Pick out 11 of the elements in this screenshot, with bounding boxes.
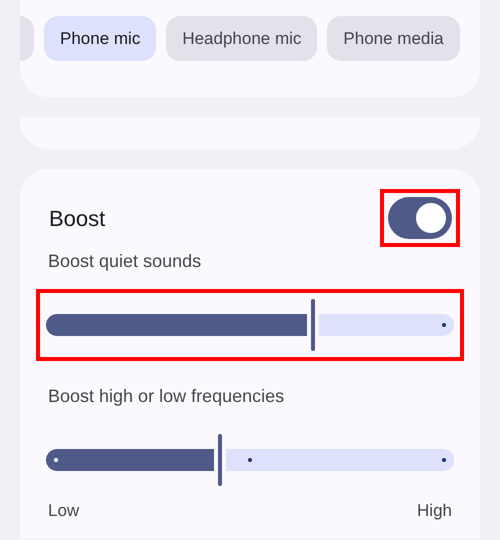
- slider[interactable]: [46, 434, 454, 486]
- slider[interactable]: [46, 299, 454, 351]
- range-label: Low: [48, 500, 80, 522]
- chip-button[interactable]: Phone media: [327, 16, 460, 61]
- chip-button[interactable]: Headphone mic: [166, 16, 318, 61]
- toggle-switch[interactable]: [388, 197, 452, 239]
- slider-label: Boost high or low frequencies: [48, 385, 286, 408]
- chip-button[interactable]: Phone mic: [44, 16, 156, 61]
- range-label: High: [417, 500, 452, 522]
- slider-label: Boost quiet sounds: [48, 250, 202, 273]
- section-title: Boost: [49, 204, 106, 232]
